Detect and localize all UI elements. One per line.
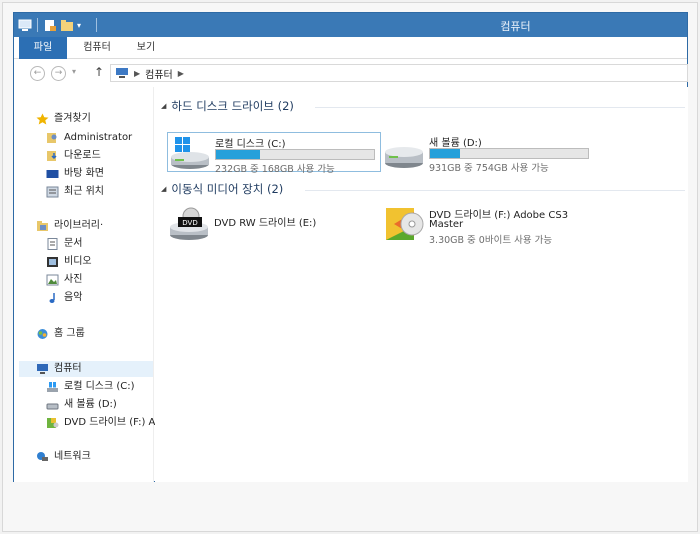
sidebar-item-label: 음악 <box>64 292 83 303</box>
sidebar-item-label: 즐겨찾기 <box>54 113 91 124</box>
sidebar-item-homegroup[interactable]: 홈 그룹 <box>36 326 85 342</box>
sidebar-item-label: Administrator <box>64 132 133 143</box>
sidebar-item-label: 새 볼륨 (D:) <box>64 399 117 410</box>
address-bar[interactable]: ▶ 컴퓨터 ▶ <box>110 64 688 82</box>
dvd-rw-drive-icon: DVD <box>170 207 208 240</box>
system-drive-icon <box>47 382 58 392</box>
dvd-drive-icon <box>47 418 59 428</box>
sidebar-item-label: 사진 <box>64 274 83 285</box>
user-folder-icon <box>47 133 57 143</box>
sidebar-item-label: 바탕 화면 <box>64 168 104 179</box>
chevron-right-icon[interactable]: ▶ <box>178 69 184 78</box>
music-icon <box>49 293 55 303</box>
sidebar-item-label: 비디오 <box>64 256 92 267</box>
dvd-disc-icon <box>386 208 424 240</box>
explorer-window: ▾ 컴퓨터 파일 컴퓨터 보기 ← → ▾ ↑ ▶ 컴퓨터 ▶ 즐겨찾기 Adm… <box>13 12 688 482</box>
navigation-bar: ← → ▾ ↑ ▶ 컴퓨터 ▶ <box>14 61 688 85</box>
sidebar-item-downloads[interactable]: 다운로드 <box>46 148 101 164</box>
sidebar-item-documents[interactable]: 문서 <box>46 236 82 252</box>
drive-tile-c[interactable]: 로컬 디스크 (C:) 232GB 중 168GB 사용 가능 <box>167 132 381 175</box>
content-pane: ◢ 하드 디스크 드라이브 (2) 로컬 디스크 (C:) 232GB 중 16… <box>155 87 688 482</box>
drive-name: 새 볼륨 (D:) <box>429 138 482 149</box>
collapse-triangle-icon[interactable]: ◢ <box>161 102 166 110</box>
hard-drive-icon <box>385 147 423 168</box>
sidebar-item-desktop[interactable]: 바탕 화면 <box>46 166 104 182</box>
libraries-icon <box>37 221 48 231</box>
pictures-icon <box>46 274 59 286</box>
sidebar-item-label: 홈 그룹 <box>54 328 85 339</box>
recent-places-icon <box>46 186 59 198</box>
downloads-icon <box>47 151 57 161</box>
sidebar-item-recent-places[interactable]: 최근 위치 <box>46 184 104 200</box>
group-header-removable[interactable]: ◢ 이동식 미디어 장치 (2) <box>161 180 283 198</box>
sidebar-item-music[interactable]: 음악 <box>46 290 82 306</box>
forward-button[interactable]: → <box>51 66 66 81</box>
drive-tile-dvd-f[interactable]: DVD 드라이브 (F:) Adobe CS3 Master 3.30GB 중 … <box>382 204 596 248</box>
group-header-hard-disk[interactable]: ◢ 하드 디스크 드라이브 (2) <box>161 97 294 115</box>
network-icon <box>37 452 48 461</box>
title-bar: ▾ 컴퓨터 <box>14 13 687 37</box>
sidebar-item-label: 네트워크 <box>54 451 91 462</box>
drive-space-info: 3.30GB 중 0바이트 사용 가능 <box>429 235 553 246</box>
sidebar-item-network[interactable]: 네트워크 <box>36 449 91 465</box>
drive-space-info: 931GB 중 754GB 사용 가능 <box>429 163 549 174</box>
drive-usage-fill <box>430 149 461 158</box>
sidebar-item-pictures[interactable]: 사진 <box>46 272 82 288</box>
drive-usage-bar <box>215 149 375 160</box>
group-divider <box>305 190 685 191</box>
recent-locations-button[interactable]: ▾ <box>72 67 76 76</box>
back-button[interactable]: ← <box>30 66 45 81</box>
sidebar-item-label: 다운로드 <box>64 150 101 161</box>
group-divider <box>315 107 685 108</box>
drive-name-line2: Master <box>429 219 464 230</box>
sidebar-item-favorites[interactable]: 즐겨찾기 <box>36 111 91 127</box>
svg-text:DVD: DVD <box>182 219 197 227</box>
collapse-triangle-icon[interactable]: ◢ <box>161 185 166 193</box>
sidebar-item-computer[interactable]: 컴퓨터 <box>19 361 153 377</box>
sidebar-item-label: 라이브러리· <box>54 220 104 231</box>
desktop-icon <box>46 170 59 178</box>
drive-name: DVD RW 드라이브 (E:) <box>214 218 317 229</box>
computer-icon <box>37 364 48 374</box>
tab-view[interactable]: 보기 <box>126 37 166 59</box>
sidebar-item-administrator[interactable]: Administrator <box>46 130 132 146</box>
system-drive-icon <box>171 137 209 169</box>
sidebar-item-label: 최근 위치 <box>64 186 104 197</box>
breadcrumb-computer[interactable]: 컴퓨터 <box>145 66 173 81</box>
star-icon <box>36 113 49 125</box>
sidebar-item-label: 컴퓨터 <box>54 363 82 374</box>
sidebar-item-videos[interactable]: 비디오 <box>46 254 92 270</box>
chevron-right-icon[interactable]: ▶ <box>134 69 140 78</box>
videos-icon <box>47 257 58 267</box>
group-header-label: 이동식 미디어 장치 (2) <box>171 182 284 196</box>
sidebar-item-volume-d[interactable]: 새 볼륨 (D:) <box>46 397 117 413</box>
drive-space-info: 232GB 중 168GB 사용 가능 <box>215 164 335 175</box>
up-button[interactable]: ↑ <box>94 65 104 79</box>
sidebar-item-label: 문서 <box>64 238 83 249</box>
documents-icon <box>47 238 58 250</box>
tab-computer[interactable]: 컴퓨터 <box>74 37 120 59</box>
drive-tile-d[interactable]: 새 볼륨 (D:) 931GB 중 754GB 사용 가능 <box>382 132 596 174</box>
drive-usage-bar <box>429 148 589 159</box>
computer-icon <box>116 68 128 78</box>
sidebar-item-dvd-f[interactable]: DVD 드라이브 (F:) A <box>46 415 155 431</box>
group-header-label: 하드 디스크 드라이브 (2) <box>171 99 294 113</box>
sidebar-item-local-disk-c[interactable]: 로컬 디스크 (C:) <box>46 379 135 395</box>
drive-name: 로컬 디스크 (C:) <box>215 139 286 150</box>
ribbon: 파일 컴퓨터 보기 <box>14 37 687 59</box>
homegroup-icon <box>37 329 48 339</box>
navigation-pane: 즐겨찾기 Administrator 다운로드 바탕 화면 최근 위치 라이브러… <box>14 87 155 482</box>
sidebar-item-label: DVD 드라이브 (F:) A <box>64 417 156 428</box>
tab-file[interactable]: 파일 <box>19 37 67 59</box>
drive-usage-fill <box>216 150 261 159</box>
sidebar-item-libraries[interactable]: 라이브러리· <box>36 218 103 234</box>
sidebar-item-label: 로컬 디스크 (C:) <box>64 381 135 392</box>
hard-drive-icon <box>46 403 59 410</box>
window-title: 컴퓨터 <box>500 20 531 33</box>
drive-tile-dvd-rw-e[interactable]: DVD DVD RW 드라이브 (E:) <box>167 204 381 244</box>
